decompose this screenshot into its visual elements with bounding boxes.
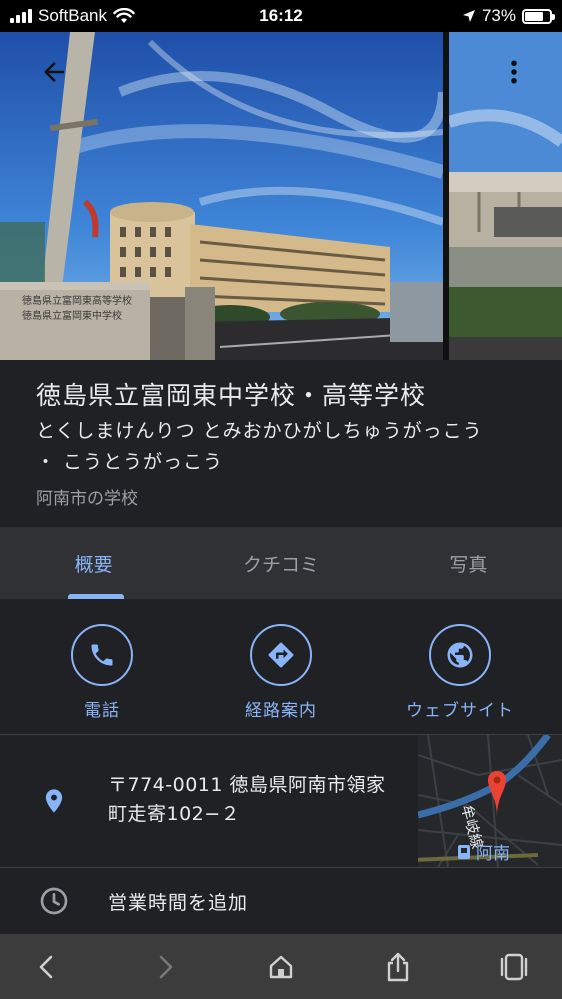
call-label: 電話 [84,701,120,721]
place-category: 阿南市の学校 [36,489,138,509]
call-button[interactable]: 電話 [12,624,192,721]
chevron-right-icon [159,955,173,979]
tab-bar: 概要 クチコミ 写真 [0,527,562,599]
place-reading-line1: とくしまけんりつ とみおかひがしちゅうがっこう [36,420,483,442]
website-label: ウェブサイト [406,701,514,721]
back-button[interactable] [32,50,76,94]
photo-sign-line1: 徳島県立富岡東高等学校 [22,294,132,307]
add-hours-label: 営業時間を追加 [108,892,249,914]
home-icon [269,955,293,979]
battery-percent: 73% [481,6,516,25]
place-header: 徳島県立富岡東中学校・高等学校 とくしまけんりつ とみおかひがしちゅうがっこう … [0,360,562,527]
address-text: 〒774-0011 徳島県阿南市領家 町走寄102−２ [108,771,398,829]
tab-reviews[interactable]: クチコミ [187,527,374,599]
website-button[interactable]: ウェブサイト [370,624,550,721]
tab-photos[interactable]: 写真 [375,527,562,599]
browser-toolbar [0,934,562,999]
address-line1: 〒774-0011 徳島県阿南市領家 [108,774,386,796]
browser-share-button[interactable] [381,950,415,984]
browser-home-button[interactable] [264,950,298,984]
clock-icon [40,887,68,915]
mini-map[interactable]: 牟岐線 阿南 [418,735,562,867]
browser-tabs-button[interactable] [497,950,531,984]
location-pin-icon [45,789,63,813]
directions-label: 経路案内 [245,701,317,721]
photo-sign-line2: 徳島県立富岡東中学校 [22,309,122,322]
tab-overview[interactable]: 概要 [0,527,187,599]
status-bar: SoftBank 16:12 73% [0,0,562,32]
share-icon [387,952,409,982]
photo-carousel[interactable]: 徳島県立富岡東高等学校 徳島県立富岡東中学校 [0,32,562,360]
add-hours-row[interactable]: 営業時間を追加 [0,868,562,934]
directions-icon [268,642,294,668]
tabs-icon [500,953,528,981]
location-arrow-icon [462,10,475,22]
browser-forward-button[interactable] [148,950,182,984]
quick-actions: 電話 経路案内 ウェブサイト [0,606,562,734]
mini-map-graphic: 牟岐線 阿南 [418,735,562,867]
battery-icon [522,8,555,24]
arrow-left-icon [44,62,64,82]
chevron-left-icon [39,955,53,979]
directions-button[interactable]: 経路案内 [191,624,371,721]
place-reading-line2: ・ こうとうがっこう [36,451,224,473]
station-label: 阿南 [476,844,510,864]
more-vert-icon [511,60,517,84]
globe-icon [447,642,473,668]
address-row[interactable]: 〒774-0011 徳島県阿南市領家 町走寄102−２ 牟岐線 阿南 [0,735,562,867]
phone-icon [91,644,113,666]
place-name: 徳島県立富岡東中学校・高等学校 [36,381,427,410]
browser-back-button[interactable] [30,950,64,984]
address-line2: 町走寄102−２ [108,803,241,825]
active-tab-indicator [68,594,124,599]
more-options-button[interactable] [492,50,536,94]
